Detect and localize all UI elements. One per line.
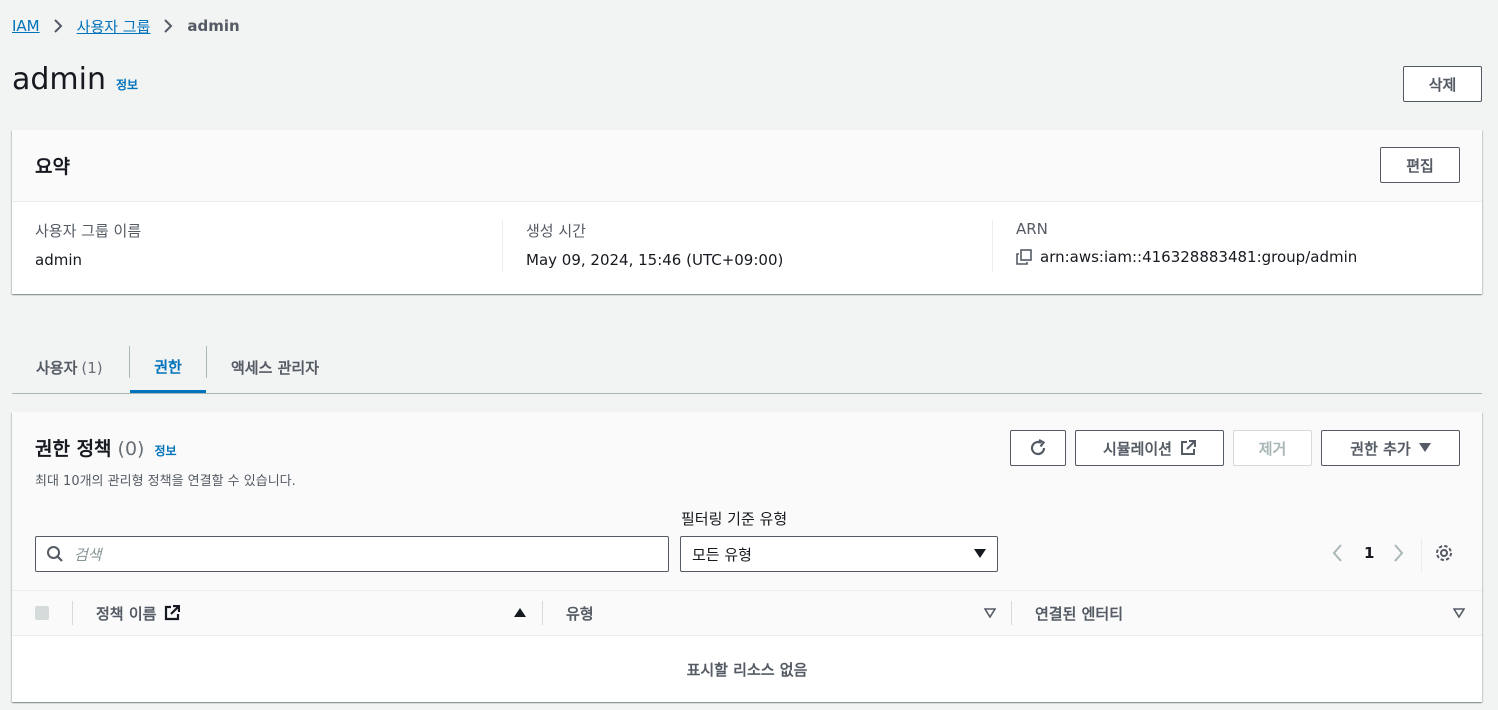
group-name-field: 사용자 그룹 이름 admin [35, 220, 141, 269]
column-divider [542, 601, 543, 625]
search-placeholder: 검색 [74, 545, 102, 564]
arn-field: ARN arn:aws:iam::416328883481:group/admi… [1016, 220, 1357, 266]
tab-permissions[interactable]: 권한 [130, 342, 206, 393]
tab-users[interactable]: 사용자 (1) [36, 342, 103, 393]
refresh-button[interactable] [1010, 430, 1066, 466]
tab-users-count: (1) [81, 358, 103, 377]
chevron-right-icon [53, 19, 63, 33]
page-number[interactable]: 1 [1364, 544, 1374, 562]
arn-label: ARN [1016, 220, 1048, 238]
select-all-checkbox[interactable] [35, 606, 49, 620]
info-link[interactable]: 정보 [116, 76, 138, 93]
created-value: May 09, 2024, 15:46 (UTC+09:00) [526, 251, 784, 269]
breadcrumb-iam-link[interactable]: IAM [12, 17, 40, 35]
external-link-icon [1180, 440, 1196, 456]
page-title: admin [12, 62, 106, 97]
permissions-panel: 권한 정책 (0) 정보 최대 10개의 관리형 정책을 연결할 수 있습니다.… [12, 412, 1482, 702]
column-type-label: 유형 [566, 604, 594, 623]
column-policy-name-label: 정책 이름 [96, 604, 157, 623]
caret-down-icon [1418, 443, 1431, 453]
delete-button[interactable]: 삭제 [1403, 66, 1482, 102]
simulation-button[interactable]: 시뮬레이션 [1075, 430, 1224, 466]
filter-type-value: 모든 유형 [692, 545, 752, 564]
filter-label: 필터링 기준 유형 [681, 510, 788, 528]
sort-icon[interactable] [1453, 608, 1465, 618]
filter-type-select[interactable]: 모든 유형 [680, 536, 998, 572]
column-attached-entities-label: 연결된 엔터티 [1035, 604, 1124, 623]
permissions-title: 권한 정책 (0) 정보 [35, 434, 177, 461]
search-input[interactable]: 검색 [35, 536, 669, 572]
permissions-count: (0) [117, 438, 145, 460]
add-permissions-button[interactable]: 권한 추가 [1321, 430, 1460, 466]
add-permissions-label: 권한 추가 [1350, 439, 1411, 458]
page-header: admin 정보 [12, 62, 138, 97]
caret-down-icon [974, 549, 986, 559]
summary-title: 요약 [35, 156, 70, 178]
summary-panel: 요약 편집 사용자 그룹 이름 admin 생성 시간 May 09, 2024… [12, 130, 1482, 294]
external-link-icon [164, 605, 181, 621]
sort-icon[interactable] [984, 608, 996, 618]
tab-permissions-label: 권한 [154, 357, 182, 376]
column-policy-name[interactable]: 정책 이름 [96, 591, 526, 635]
permissions-title-text: 권한 정책 [35, 438, 112, 460]
simulation-label: 시뮬레이션 [1102, 439, 1172, 458]
remove-button[interactable]: 제거 [1233, 430, 1312, 466]
column-divider [1011, 601, 1012, 625]
chevron-right-icon [164, 19, 173, 33]
divider [992, 220, 993, 272]
sort-ascending-icon[interactable] [514, 608, 526, 618]
edit-button[interactable]: 편집 [1380, 147, 1460, 183]
tab-users-label: 사용자 [36, 359, 78, 377]
created-label: 생성 시간 [526, 222, 586, 240]
table-header: 정책 이름 유형 연결된 엔터티 [12, 590, 1482, 636]
tab-access-advisor[interactable]: 액세스 관리자 [231, 342, 319, 393]
breadcrumb-user-groups-link[interactable]: 사용자 그룹 [77, 16, 151, 37]
previous-page-icon[interactable] [1332, 544, 1342, 562]
search-icon [46, 545, 64, 563]
arn-row: arn:aws:iam::416328883481:group/admin [1016, 248, 1357, 266]
tab-access-advisor-label: 액세스 관리자 [231, 359, 320, 377]
breadcrumb-current: admin [187, 17, 240, 35]
refresh-icon [1028, 438, 1048, 458]
column-type[interactable]: 유형 [566, 591, 996, 635]
group-name-value: admin [35, 251, 82, 269]
breadcrumb: IAM 사용자 그룹 admin [12, 16, 240, 36]
tab-divider [206, 346, 207, 378]
gear-icon[interactable] [1434, 543, 1454, 563]
summary-header: 요약 편집 [12, 130, 1482, 202]
column-divider [72, 601, 73, 625]
copy-icon[interactable] [1016, 249, 1032, 265]
tab-bar: 사용자 (1) 권한 액세스 관리자 [12, 342, 1482, 394]
group-name-label: 사용자 그룹 이름 [35, 222, 142, 240]
permissions-description: 최대 10개의 관리형 정책을 연결할 수 있습니다. [35, 474, 296, 489]
divider [1421, 538, 1422, 572]
info-link[interactable]: 정보 [154, 442, 176, 459]
arn-value: arn:aws:iam::416328883481:group/admin [1040, 248, 1358, 266]
created-field: 생성 시간 May 09, 2024, 15:46 (UTC+09:00) [526, 220, 783, 269]
divider [502, 220, 503, 272]
next-page-icon[interactable] [1394, 544, 1404, 562]
column-attached-entities[interactable]: 연결된 엔터티 [1035, 591, 1465, 635]
empty-state: 표시할 리소스 없음 [686, 660, 808, 679]
